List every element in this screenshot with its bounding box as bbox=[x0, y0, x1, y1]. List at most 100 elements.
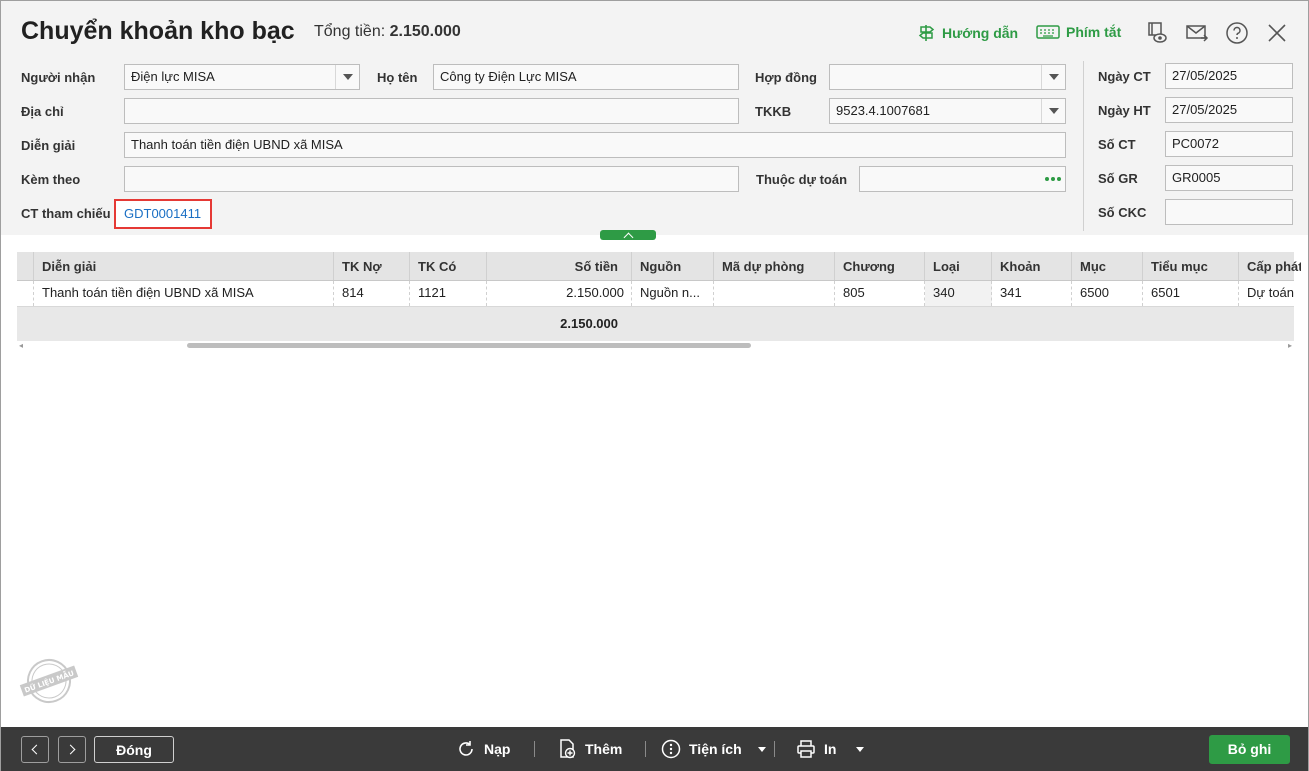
collapse-header-button[interactable] bbox=[600, 230, 656, 242]
col-header[interactable]: TK Nợ bbox=[334, 252, 410, 280]
col-header[interactable]: Nguồn bbox=[632, 252, 714, 280]
col-header[interactable]: Mục bbox=[1072, 252, 1143, 280]
detail-grid: Diễn giải TK Nợ TK Có Số tiền Nguồn Mã d… bbox=[17, 252, 1301, 341]
close-button[interactable]: Đóng bbox=[94, 736, 174, 763]
divider bbox=[1083, 61, 1084, 231]
scroll-left-icon[interactable]: ◂ bbox=[19, 341, 23, 350]
ngay-ct-label: Ngày CT bbox=[1098, 69, 1151, 84]
table-cell[interactable]: Nguồn n... bbox=[632, 281, 714, 306]
total-amount: Tổng tiền: 2.150.000 bbox=[314, 23, 461, 41]
table-cell[interactable]: Dự toán bbox=[1239, 281, 1301, 306]
attached-input[interactable] bbox=[124, 166, 739, 192]
chevron-down-icon bbox=[757, 746, 766, 752]
col-header[interactable]: Khoản bbox=[992, 252, 1072, 280]
grid-total-value: 2.150.000 bbox=[560, 316, 618, 331]
fullname-label: Họ tên bbox=[377, 70, 418, 85]
more-dots-icon[interactable] bbox=[1041, 167, 1065, 191]
so-gr-input[interactable]: GR0005 bbox=[1165, 165, 1293, 191]
table-cell[interactable] bbox=[714, 281, 835, 306]
help-icon[interactable] bbox=[1225, 21, 1249, 45]
recipient-select[interactable]: Điện lực MISA bbox=[124, 64, 360, 90]
footer-toolbar: Đóng Nạp Thêm Tiện ích In Bỏ ghi bbox=[1, 727, 1308, 771]
chevron-up-icon bbox=[623, 232, 633, 242]
grid-header: Diễn giải TK Nợ TK Có Số tiền Nguồn Mã d… bbox=[17, 252, 1301, 281]
table-cell[interactable]: 1121 bbox=[410, 281, 487, 306]
toolbar-separator bbox=[534, 741, 535, 757]
total-spacer bbox=[17, 307, 480, 341]
signpost-icon bbox=[918, 25, 935, 41]
table-cell[interactable]: 341 bbox=[992, 281, 1072, 306]
col-header[interactable]: Số tiền bbox=[487, 252, 632, 280]
chevron-left-icon bbox=[31, 744, 42, 755]
table-cell[interactable]: 2.150.000 bbox=[487, 281, 632, 306]
col-header[interactable]: Chương bbox=[835, 252, 925, 280]
tkkb-label: TKKB bbox=[755, 104, 792, 119]
table-cell[interactable]: 340 bbox=[925, 281, 992, 306]
view-book-icon[interactable] bbox=[1145, 21, 1169, 45]
description-input[interactable]: Thanh toán tiền điện UBND xã MISA bbox=[124, 132, 1066, 158]
utility-menu-button[interactable]: Tiện ích bbox=[661, 739, 766, 759]
page-title: Chuyển khoản kho bạc bbox=[21, 17, 295, 45]
table-cell[interactable]: Thanh toán tiền điện UBND xã MISA bbox=[34, 281, 334, 306]
shortcut-label: Phím tắt bbox=[1066, 24, 1122, 40]
col-header[interactable]: Loại bbox=[925, 252, 992, 280]
col-header[interactable]: Tiểu mục bbox=[1143, 252, 1239, 280]
print-menu-button[interactable]: In bbox=[796, 739, 865, 759]
so-ct-input[interactable]: PC0072 bbox=[1165, 131, 1293, 157]
close-icon[interactable] bbox=[1265, 21, 1289, 45]
add-label: Thêm bbox=[585, 741, 623, 757]
utility-label: Tiện ích bbox=[689, 741, 742, 757]
toolbar-separator bbox=[645, 741, 646, 757]
so-ckc-label: Số CKC bbox=[1098, 205, 1147, 220]
toolbar-separator bbox=[774, 741, 775, 757]
keyboard-icon bbox=[1036, 25, 1060, 39]
so-ct-label: Số CT bbox=[1098, 137, 1136, 152]
reload-button[interactable]: Nạp bbox=[456, 739, 510, 759]
add-button[interactable]: Thêm bbox=[557, 739, 622, 759]
ngay-ct-input[interactable]: 27/05/2025 bbox=[1165, 63, 1293, 89]
table-cell[interactable]: 6501 bbox=[1143, 281, 1239, 306]
guide-link[interactable]: Hướng dẫn bbox=[918, 24, 1018, 42]
col-header[interactable]: Cấp phát bbox=[1239, 252, 1301, 280]
ngay-ht-label: Ngày HT bbox=[1098, 103, 1151, 118]
unpost-button[interactable]: Bỏ ghi bbox=[1209, 735, 1290, 764]
total-label: Tổng tiền: bbox=[314, 23, 386, 40]
col-header[interactable]: Mã dự phòng bbox=[714, 252, 835, 280]
chevron-down-icon bbox=[856, 746, 865, 752]
send-mail-icon[interactable] bbox=[1185, 21, 1209, 45]
contract-select[interactable] bbox=[829, 64, 1066, 90]
grid-total-row: 2.150.000 bbox=[17, 307, 1294, 341]
table-row[interactable]: Thanh toán tiền điện UBND xã MISA 814 11… bbox=[17, 281, 1294, 307]
address-input[interactable] bbox=[124, 98, 739, 124]
contract-label: Hợp đồng bbox=[755, 70, 817, 85]
add-document-icon bbox=[560, 739, 576, 759]
recipient-label: Người nhận bbox=[21, 70, 96, 85]
tkkb-select[interactable]: 9523.4.1007681 bbox=[829, 98, 1066, 124]
form-header: Chuyển khoản kho bạc Tổng tiền: 2.150.00… bbox=[1, 1, 1308, 235]
print-label: In bbox=[824, 741, 837, 757]
chevron-down-icon[interactable] bbox=[1041, 99, 1065, 123]
table-cell[interactable]: 6500 bbox=[1072, 281, 1143, 306]
previous-button[interactable] bbox=[21, 736, 49, 763]
budget-input[interactable] bbox=[859, 166, 1066, 192]
table-cell[interactable]: 814 bbox=[334, 281, 410, 306]
col-header[interactable]: TK Có bbox=[410, 252, 487, 280]
fullname-input[interactable]: Công ty Điện Lực MISA bbox=[433, 64, 739, 90]
recipient-value: Điện lực MISA bbox=[131, 69, 215, 84]
attached-label: Kèm theo bbox=[21, 172, 81, 187]
so-ckc-input[interactable] bbox=[1165, 199, 1293, 225]
horizontal-scrollbar[interactable]: ◂ ▸ bbox=[17, 341, 1294, 350]
table-cell[interactable]: 805 bbox=[835, 281, 925, 306]
shortcut-link[interactable]: Phím tắt bbox=[1036, 24, 1121, 40]
reference-link[interactable]: GDT0001411 bbox=[114, 199, 212, 229]
chevron-down-icon[interactable] bbox=[335, 65, 359, 89]
ngay-ht-input[interactable]: 27/05/2025 bbox=[1165, 97, 1293, 123]
scroll-right-icon[interactable]: ▸ bbox=[1288, 341, 1292, 350]
chevron-right-icon bbox=[65, 744, 76, 755]
total-value: 2.150.000 bbox=[389, 23, 461, 40]
row-indicator bbox=[17, 281, 34, 306]
next-button[interactable] bbox=[58, 736, 86, 763]
col-header[interactable]: Diễn giải bbox=[34, 252, 334, 280]
scrollbar-thumb[interactable] bbox=[187, 343, 751, 348]
chevron-down-icon[interactable] bbox=[1041, 65, 1065, 89]
